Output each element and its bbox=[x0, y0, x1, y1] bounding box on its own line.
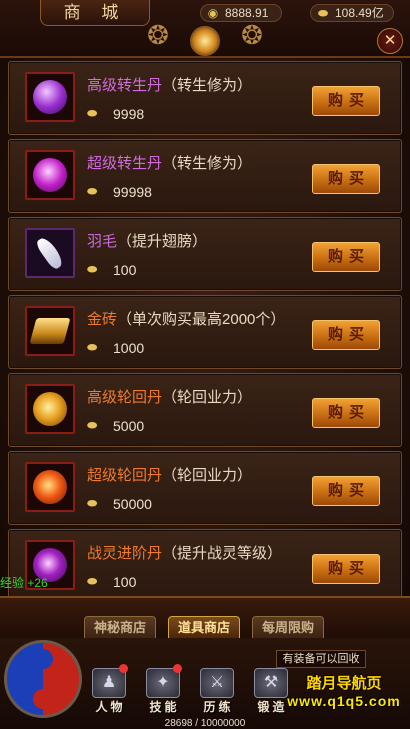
tab-item-shop[interactable]: 道具商店 bbox=[168, 616, 240, 640]
shop-item: 高级轮回丹（轮回业力） ⬬ 5000 购买 bbox=[8, 373, 402, 447]
nav-skill-button[interactable]: ✦ 技能 bbox=[140, 664, 186, 714]
flame-emblem-icon bbox=[190, 26, 220, 56]
dragon-ornament-left-icon: ❂ bbox=[147, 20, 169, 50]
close-button[interactable]: ✕ bbox=[377, 28, 403, 54]
buy-button[interactable]: 购买 bbox=[312, 242, 380, 272]
purple-orb-icon[interactable] bbox=[25, 72, 75, 122]
silver-amount: 8888.91 bbox=[225, 6, 269, 20]
gold-ingot-icon: ⬬ bbox=[87, 418, 98, 432]
bottom-hud: ♟ 人物 ✦ 技能 ⚔ 历练 ⚒ 锻造 有装备可以回收 踏月导航页 www.q1… bbox=[0, 638, 410, 729]
dragon-ornament-right-icon: ❂ bbox=[241, 20, 263, 50]
shop-item: 超级轮回丹（轮回业力） ⬬ 50000 购买 bbox=[8, 451, 402, 525]
nav-character-button[interactable]: ♟ 人物 bbox=[86, 664, 132, 714]
gold-amount: 108.49亿 bbox=[335, 6, 384, 20]
shop-item: 羽毛（提升翅膀） ⬬ 100 购买 bbox=[8, 217, 402, 291]
item-title: 金砖（单次购买最高2000个） bbox=[87, 311, 286, 328]
buy-button[interactable]: 购买 bbox=[312, 476, 380, 506]
top-bar: 商 城 ❂ ❂ ◉ 8888.91 ⬬ 108.49亿 ✕ bbox=[0, 0, 410, 58]
nav-training-button[interactable]: ⚔ 历练 bbox=[194, 668, 240, 714]
xp-readout: 28698 / 10000000 bbox=[164, 718, 246, 729]
shop-item: 超级转生丹（转生修为） ⬬ 99998 购买 bbox=[8, 139, 402, 213]
feather-icon[interactable] bbox=[25, 228, 75, 278]
item-title: 战灵进阶丹（提升战灵等级） bbox=[87, 545, 283, 562]
shop-item: 金砖（单次购买最高2000个） ⬬ 1000 购买 bbox=[8, 295, 402, 369]
item-title: 高级转生丹（转生修为） bbox=[87, 77, 253, 94]
training-icon: ⚔ bbox=[200, 668, 234, 698]
tab-weekly-limited[interactable]: 每周限购 bbox=[252, 616, 324, 640]
coin-icon: ◉ bbox=[207, 6, 219, 20]
buy-button[interactable]: 购买 bbox=[312, 398, 380, 428]
gold-currency: ⬬ 108.49亿 bbox=[310, 4, 394, 22]
item-title: 羽毛（提升翅膀） bbox=[87, 233, 208, 250]
hp-mp-orb-icon bbox=[4, 640, 82, 718]
shop-item: 战灵进阶丹（提升战灵等级） ⬬ 100 购买 bbox=[8, 529, 402, 603]
buy-button[interactable]: 购买 bbox=[312, 164, 380, 194]
notification-dot bbox=[119, 664, 128, 673]
buy-button[interactable]: 购买 bbox=[312, 86, 380, 116]
magenta-orb-icon[interactable] bbox=[25, 150, 75, 200]
gold-ingot-icon: ⬬ bbox=[87, 184, 98, 198]
exp-gain-text: 经验 +26 bbox=[0, 576, 48, 590]
item-title: 超级转生丹（转生修为） bbox=[87, 155, 253, 172]
gold-brick-icon[interactable] bbox=[25, 306, 75, 356]
gold-ingot-icon: ⬬ bbox=[87, 262, 98, 276]
gold-swirl-orb-icon[interactable] bbox=[25, 384, 75, 434]
item-title: 高级轮回丹（轮回业力） bbox=[87, 389, 253, 406]
fire-swirl-orb-icon[interactable] bbox=[25, 462, 75, 512]
item-title: 超级轮回丹（轮回业力） bbox=[87, 467, 253, 484]
buy-button[interactable]: 购买 bbox=[312, 554, 380, 584]
gold-ingot-icon: ⬬ bbox=[87, 496, 98, 510]
tab-mystery-shop[interactable]: 神秘商店 bbox=[84, 616, 156, 640]
silver-currency: ◉ 8888.91 bbox=[200, 4, 282, 22]
close-icon: ✕ bbox=[383, 32, 397, 49]
shop-tabs: 神秘商店 道具商店 每周限购 bbox=[0, 596, 410, 640]
gold-ingot-icon: ⬬ bbox=[317, 6, 329, 20]
notification-dot bbox=[173, 664, 182, 673]
shop-item: 高级转生丹（转生修为） ⬬ 9998 购买 bbox=[8, 61, 402, 135]
recycle-tooltip: 有装备可以回收 bbox=[276, 650, 366, 668]
watermark: 踏月导航页 www.q1q5.com bbox=[287, 675, 401, 709]
buy-button[interactable]: 购买 bbox=[312, 320, 380, 350]
gold-ingot-icon: ⬬ bbox=[87, 106, 98, 120]
gold-ingot-icon: ⬬ bbox=[87, 340, 98, 354]
shop-window: 商 城 ❂ ❂ ◉ 8888.91 ⬬ 108.49亿 ✕ 高级转生丹（转生修为… bbox=[0, 0, 410, 729]
gold-ingot-icon: ⬬ bbox=[87, 574, 98, 588]
